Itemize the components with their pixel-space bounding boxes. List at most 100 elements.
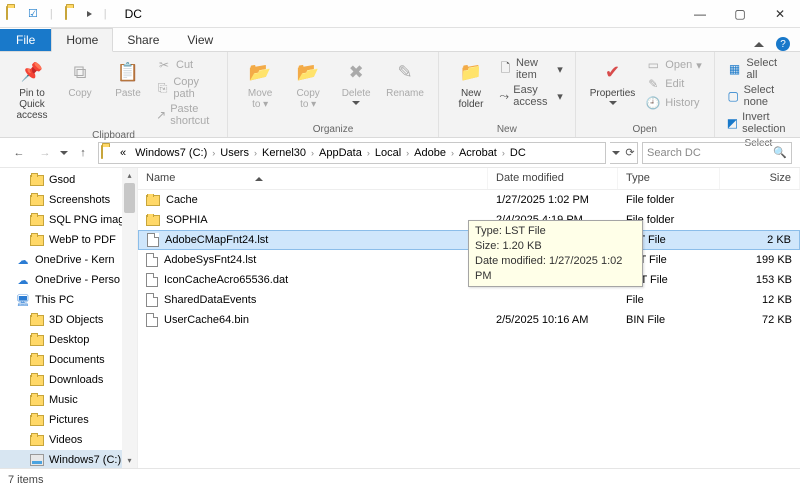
tree-item[interactable]: Music (0, 390, 137, 410)
history-button[interactable]: 🕘History (643, 94, 703, 112)
copy-button[interactable]: ⧉ Copy (58, 56, 102, 128)
tree-item[interactable]: Downloads (0, 370, 137, 390)
onedrive-icon: ☁ (16, 253, 30, 267)
search-box[interactable]: Search DC 🔍 (642, 142, 792, 164)
tree-item-label: SQL PNG imag (49, 214, 124, 226)
status-text: 7 items (8, 474, 43, 486)
cut-button[interactable]: ✂Cut (154, 56, 217, 74)
select-none-button[interactable]: ▢Select none (725, 83, 792, 109)
new-item-icon: 🗋 (499, 61, 512, 77)
collapse-ribbon-icon[interactable] (754, 42, 764, 47)
folder-icon (30, 435, 44, 446)
delete-button[interactable]: ✖Delete (334, 56, 378, 112)
rename-icon: ✎ (391, 58, 419, 86)
tree-item-label: This PC (35, 294, 74, 306)
file-name: AdobeSysFnt24.lst (164, 254, 256, 266)
edit-button[interactable]: ✎Edit (643, 75, 703, 93)
tree-item[interactable]: ☁OneDrive - Perso (0, 270, 137, 290)
tree-item[interactable]: 🖥This PC (0, 290, 137, 310)
edit-icon: ✎ (645, 76, 661, 92)
help-button[interactable]: ? (776, 37, 790, 51)
window-title: DC (125, 7, 142, 21)
file-name: IconCacheAcro65536.dat (164, 274, 288, 286)
new-folder-icon: 📁 (457, 58, 485, 86)
history-dropdown-icon[interactable] (60, 151, 68, 155)
folder-icon (30, 415, 44, 426)
address-row: ← → ↑ « Windows7 (C:)› Users› Kernel30› … (0, 138, 800, 168)
file-type: File folder (618, 194, 720, 206)
file-name: UserCache64.bin (164, 314, 249, 326)
tree-item[interactable]: Pictures (0, 410, 137, 430)
move-to-icon: 📂 (246, 58, 274, 86)
refresh-icon[interactable]: ⟳ (625, 146, 634, 159)
tree-item[interactable]: Desktop (0, 330, 137, 350)
tree-item-label: Pictures (49, 414, 89, 426)
qat-save-icon[interactable]: ☑ (28, 7, 38, 20)
file-icon (147, 233, 159, 247)
up-button[interactable]: ↑ (72, 142, 94, 164)
col-type[interactable]: Type (618, 168, 720, 189)
new-item-button[interactable]: 🗋New item ▾ (497, 56, 565, 82)
address-refresh[interactable]: ⟳ (610, 142, 638, 164)
tree-item-label: Videos (49, 434, 82, 446)
tree-item[interactable]: ☁OneDrive - Kern (0, 250, 137, 270)
tab-view[interactable]: View (173, 29, 227, 51)
tree-item[interactable]: Windows7 (C:) (0, 450, 137, 468)
separator: | (50, 8, 53, 20)
back-button[interactable]: ← (8, 142, 30, 164)
tree-item[interactable]: SQL PNG imag (0, 210, 137, 230)
folder-icon (30, 175, 44, 186)
invert-icon: ◩ (727, 115, 738, 131)
tree-item[interactable]: WebP to PDF (0, 230, 137, 250)
qat-dropdown-icon[interactable] (87, 11, 92, 17)
select-all-button[interactable]: ▦Select all (725, 56, 792, 82)
ribbon-tabs: File Home Share View ? (0, 28, 800, 52)
easy-access-button[interactable]: ⤳Easy access ▾ (497, 83, 565, 109)
file-type: BIN File (618, 314, 720, 326)
file-size: 199 KB (720, 254, 800, 266)
copy-icon: ⧉ (66, 58, 94, 86)
copy-path-button[interactable]: ⎘Copy path (154, 75, 217, 101)
folder-icon (30, 355, 44, 366)
file-row[interactable]: Cache 1/27/2025 1:02 PM File folder (138, 190, 800, 210)
col-name[interactable]: Name (138, 168, 488, 189)
col-date[interactable]: Date modified (488, 168, 618, 189)
scroll-thumb[interactable] (124, 183, 135, 213)
maximize-button[interactable]: ▢ (720, 0, 760, 28)
tree-item[interactable]: Gsod (0, 170, 137, 190)
tree-item[interactable]: Videos (0, 430, 137, 450)
rename-button[interactable]: ✎Rename (382, 56, 428, 112)
scroll-down-icon[interactable]: ▾ (122, 453, 137, 468)
onedrive-icon: ☁ (16, 273, 30, 287)
properties-button[interactable]: ✔Properties (586, 56, 640, 112)
close-button[interactable]: ✕ (760, 0, 800, 28)
column-headers[interactable]: Name Date modified Type Size (138, 168, 800, 190)
pin-quick-access-button[interactable]: 📌 Pin to Quick access (10, 56, 54, 128)
scroll-up-icon[interactable]: ▴ (122, 168, 137, 183)
forward-button[interactable]: → (34, 142, 56, 164)
tab-share[interactable]: Share (113, 29, 173, 51)
file-row[interactable]: UserCache64.bin 2/5/2025 10:16 AM BIN Fi… (138, 310, 800, 330)
open-icon: ▭ (645, 57, 661, 73)
invert-selection-button[interactable]: ◩Invert selection (725, 110, 792, 136)
file-row[interactable]: SharedDataEvents File 12 KB (138, 290, 800, 310)
paste-button[interactable]: 📋 Paste (106, 56, 150, 128)
tree-item[interactable]: 3D Objects (0, 310, 137, 330)
folder-icon (30, 395, 44, 406)
col-size[interactable]: Size (720, 168, 800, 189)
minimize-button[interactable]: — (680, 0, 720, 28)
nav-tree[interactable]: GsodScreenshotsSQL PNG imagWebP to PDF☁O… (0, 168, 138, 468)
tab-file[interactable]: File (0, 29, 51, 51)
open-button[interactable]: ▭Open ▾ (643, 56, 703, 74)
tree-scrollbar[interactable]: ▴▾ (122, 168, 137, 468)
move-to-button[interactable]: 📂Moveto ▾ (238, 56, 282, 112)
group-open: ✔Properties ▭Open ▾ ✎Edit 🕘History Open (576, 52, 715, 137)
address-bar[interactable]: « Windows7 (C:)› Users› Kernel30› AppDat… (98, 142, 606, 164)
easy-access-icon: ⤳ (499, 88, 509, 104)
paste-shortcut-button[interactable]: ↗Paste shortcut (154, 102, 217, 128)
new-folder-button[interactable]: 📁Newfolder (449, 56, 493, 112)
tab-home[interactable]: Home (51, 28, 113, 52)
tree-item[interactable]: Documents (0, 350, 137, 370)
tree-item[interactable]: Screenshots (0, 190, 137, 210)
copy-to-button[interactable]: 📂Copyto ▾ (286, 56, 330, 112)
